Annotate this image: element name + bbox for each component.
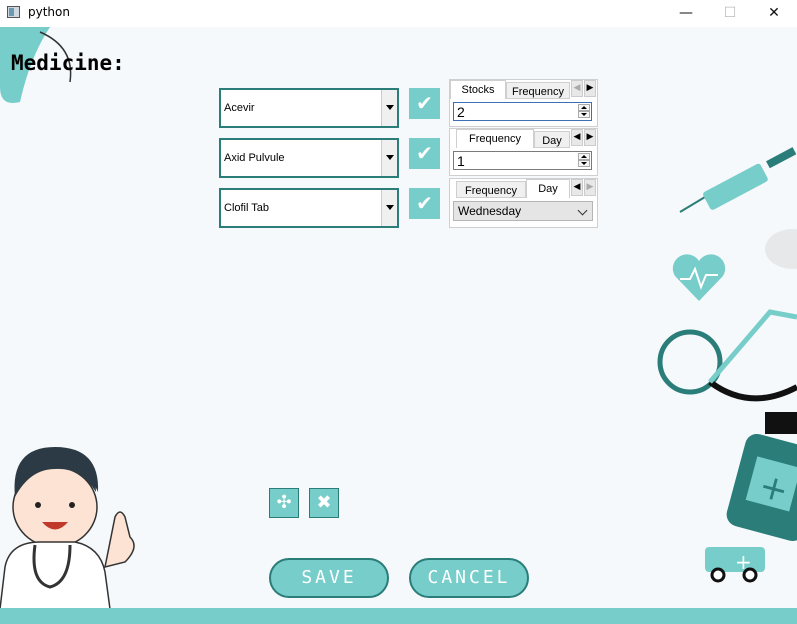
stocks-spinbox[interactable]: 2 [453,102,592,121]
dropdown-arrow-icon[interactable] [381,140,397,176]
stethoscope-icon [657,309,797,402]
maximize-button[interactable]: ☐ [707,0,753,27]
spin-up-icon[interactable] [578,104,590,111]
day-select[interactable]: Wednesday [453,201,593,221]
confirm-check-button-1[interactable]: ✔ [409,88,440,119]
tab-scroll-left-icon[interactable]: ◀ [571,129,583,146]
tab-frequency[interactable]: Frequency [506,82,570,99]
main-area: + + Medicine: Acevir ✔ Stocks Frequency … [0,27,797,624]
cancel-button[interactable]: CANCEL [409,558,529,598]
spin-down-icon[interactable] [578,111,590,118]
title-bar: python — ☐ ✕ [0,0,797,27]
tab-scroll-left-icon[interactable]: ◀ [571,80,583,97]
day-value: Wednesday [458,204,522,218]
medicine-select-value: Acevir [224,102,255,114]
tab-frequency[interactable]: Frequency [456,129,534,148]
medicine-detail-tabs-1: Stocks Frequency ◀ ▶ 2 [449,79,598,127]
window-title: python [28,5,70,19]
medicine-select-3[interactable]: Clofil Tab [219,188,399,228]
medicine-select-value: Axid Pulvule [224,152,285,164]
remove-medicine-button[interactable]: ✖ [309,488,339,518]
medicine-select-1[interactable]: Acevir [219,88,399,128]
medicine-detail-tabs-2: Frequency Day ◀ ▶ 1 [449,128,598,176]
frequency-value: 1 [457,153,465,169]
dropdown-arrow-icon[interactable] [381,90,397,126]
tab-scroll-right-icon[interactable]: ▶ [584,80,596,97]
medicine-select-value: Clofil Tab [224,202,270,214]
spin-up-icon[interactable] [578,153,590,160]
tab-stocks[interactable]: Stocks [450,80,506,99]
medicine-bottle-icon: + [726,412,797,542]
confirm-check-button-2[interactable]: ✔ [409,138,440,169]
tab-scroll-right-icon[interactable]: ▶ [584,129,596,146]
dropdown-arrow-icon[interactable] [381,190,397,226]
syringe-icon [679,147,797,213]
confirm-check-button-3[interactable]: ✔ [409,188,440,219]
app-icon [7,6,20,18]
doctor-illustration [0,447,135,609]
medicine-heading: Medicine: [11,51,125,75]
chevron-down-icon [577,205,588,216]
medicine-select-2[interactable]: Axid Pulvule [219,138,399,178]
save-button[interactable]: SAVE [269,558,389,598]
medicine-detail-tabs-3: Frequency Day ◀ ▶ Wednesday [449,178,598,228]
footer-bar [0,608,797,624]
tab-day[interactable]: Day [526,179,570,198]
frequency-spinbox[interactable]: 1 [453,151,592,170]
add-medicine-button[interactable]: ✣ [269,488,299,518]
tab-day[interactable]: Day [534,131,570,148]
tab-frequency[interactable]: Frequency [456,181,526,198]
tab-scroll-left-icon[interactable]: ◀ [571,179,583,196]
stocks-value: 2 [457,104,465,120]
tab-scroll-right-icon[interactable]: ▶ [584,179,596,196]
spin-down-icon[interactable] [578,160,590,167]
spin-arrows[interactable] [578,104,590,119]
minimize-button[interactable]: — [663,0,709,27]
pill-icon [765,229,797,269]
ambulance-icon: + [705,547,765,583]
heart-icon [672,254,726,301]
close-button[interactable]: ✕ [751,0,797,27]
spin-arrows[interactable] [578,153,590,168]
